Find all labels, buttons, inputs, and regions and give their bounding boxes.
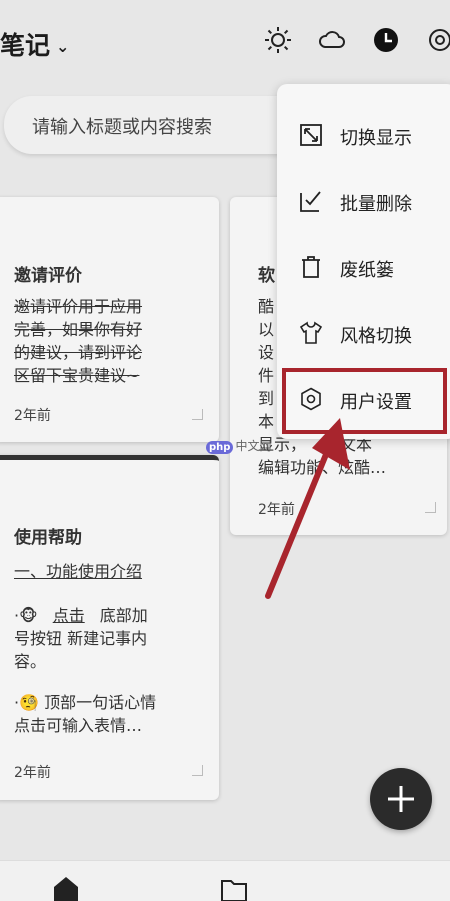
- home-icon[interactable]: [52, 875, 80, 901]
- watermark: php 中文网: [206, 437, 271, 454]
- plus-icon: [388, 786, 414, 812]
- folder-icon[interactable]: [220, 877, 248, 901]
- add-note-button[interactable]: [370, 768, 432, 830]
- watermark-brand: php: [206, 441, 234, 454]
- watermark-text: 中文网: [235, 439, 272, 453]
- bottom-nav: [0, 860, 450, 901]
